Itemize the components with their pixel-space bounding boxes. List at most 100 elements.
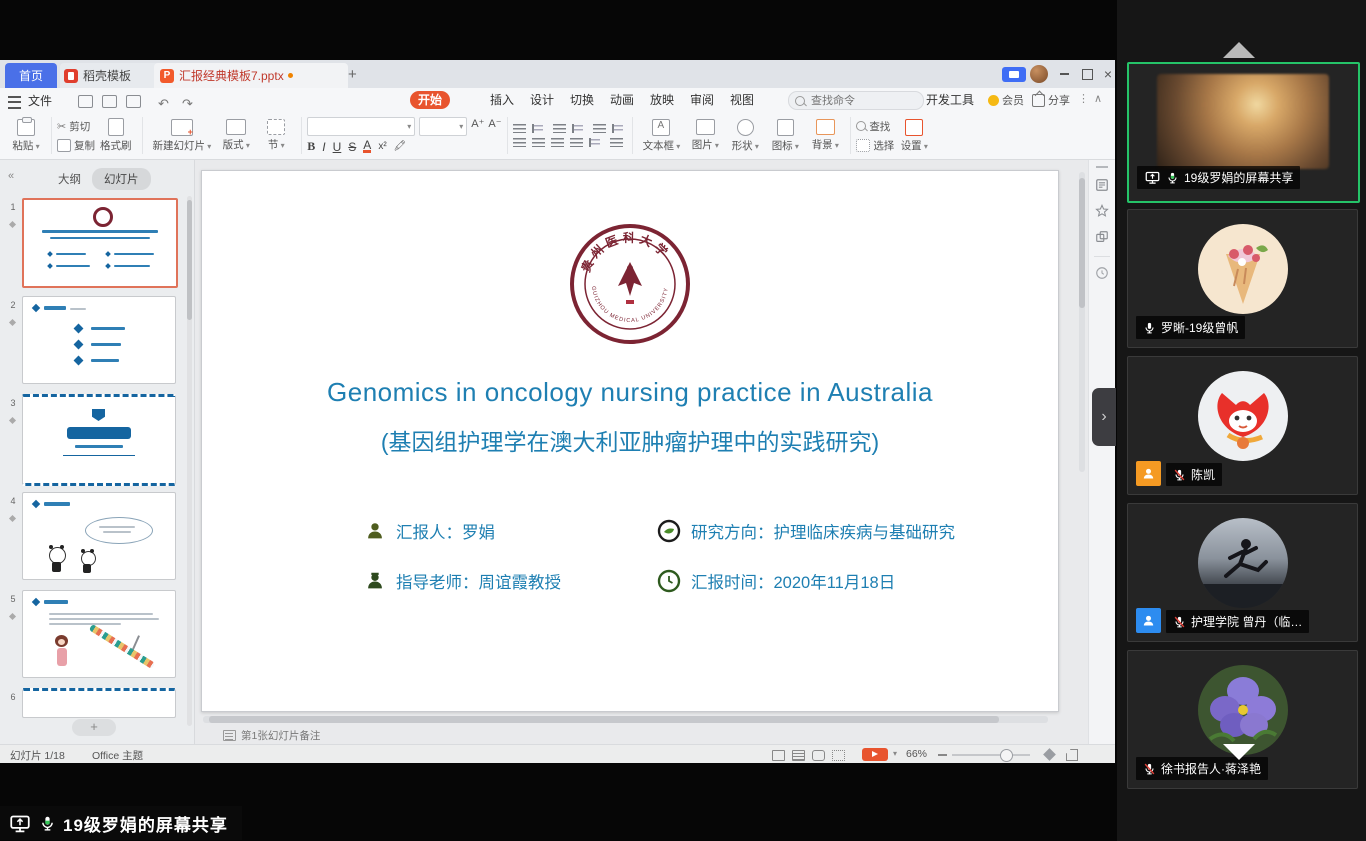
slide-sorter-icon[interactable] xyxy=(792,750,805,761)
zoom-out-button[interactable] xyxy=(938,754,947,756)
main-menu-icon[interactable] xyxy=(8,96,21,109)
export-icon[interactable] xyxy=(126,95,141,108)
align-right-icon[interactable] xyxy=(551,138,564,147)
ribbon-collapse-button[interactable]: ∧ xyxy=(1094,92,1102,105)
panel-collapse-icon[interactable]: « xyxy=(8,170,14,182)
ribbon-tab-view[interactable]: 视图 xyxy=(722,91,762,109)
ribbon-tab-home[interactable]: 开始 xyxy=(410,91,450,109)
numbering-icon[interactable] xyxy=(532,124,547,133)
ribbon-more-button[interactable]: ⋮ xyxy=(1078,92,1089,105)
tab-slides[interactable]: 幻灯片 xyxy=(92,168,151,190)
participant-tile[interactable]: 罗晰-19级曾帆 xyxy=(1127,209,1358,348)
paste-button[interactable]: 粘贴 ▾ xyxy=(6,112,46,159)
share-button[interactable]: 分享 xyxy=(1032,92,1070,108)
command-search-box[interactable] xyxy=(788,91,924,110)
slide-thumbnail-5[interactable] xyxy=(22,590,176,678)
format-painter-button[interactable]: 格式刷 xyxy=(95,112,137,159)
theme-name[interactable]: Office 主题 xyxy=(92,748,143,763)
background-button[interactable]: 背景 ▾ xyxy=(805,112,845,159)
slide-thumbnail-1[interactable] xyxy=(22,198,178,288)
section-button[interactable]: 节 ▾ xyxy=(256,112,296,159)
reading-view-icon[interactable] xyxy=(812,750,825,761)
add-slide-button[interactable]: + xyxy=(72,719,116,736)
slide-thumbnail-2[interactable] xyxy=(22,296,176,384)
meeting-panel-handle[interactable]: › xyxy=(1092,388,1116,446)
save-icon[interactable] xyxy=(78,95,93,108)
copy-button[interactable]: 复制 xyxy=(57,138,95,153)
participant-tile[interactable]: 陈凯 xyxy=(1127,356,1358,495)
shapes-button[interactable]: 形状 ▾ xyxy=(725,112,765,159)
ribbon-tab-review[interactable]: 审阅 xyxy=(682,91,722,109)
participant-tile[interactable]: 徐书报告人·蒋泽艳 xyxy=(1127,650,1358,789)
distribute-icon[interactable] xyxy=(589,138,604,147)
best-fit-icon[interactable] xyxy=(1043,748,1056,761)
undo-icon[interactable] xyxy=(158,95,170,105)
underline-button[interactable]: U xyxy=(333,140,342,154)
tab-outline[interactable]: 大纲 xyxy=(58,171,81,187)
bold-button[interactable]: B xyxy=(307,139,315,154)
vertical-scrollbar[interactable] xyxy=(1079,172,1085,472)
strikethrough-button[interactable]: S xyxy=(348,140,356,154)
tab-presentation-file[interactable]: P 汇报经典模板7.pptx xyxy=(154,63,348,88)
font-decrease-button[interactable]: A⁻ xyxy=(488,117,501,136)
participant-tile[interactable]: 19级罗娟的屏幕共享 xyxy=(1127,62,1360,203)
font-increase-button[interactable]: A⁺ xyxy=(471,117,484,136)
close-button[interactable]: × xyxy=(1100,66,1115,82)
image-button[interactable]: 图片 ▾ xyxy=(685,112,725,159)
minimize-button[interactable] xyxy=(1056,66,1072,82)
command-search-input[interactable] xyxy=(809,94,903,108)
object-layer-icon[interactable] xyxy=(1095,230,1109,244)
new-slide-button[interactable]: 新建幻灯片 ▾ xyxy=(148,112,217,159)
file-menu[interactable]: 文件 xyxy=(28,92,52,109)
align-justify-icon[interactable] xyxy=(570,138,583,147)
notes-bar[interactable]: 第1张幻灯片备注 xyxy=(195,726,1088,744)
text-direction-icon[interactable] xyxy=(610,138,623,147)
slide-thumbnail-3[interactable] xyxy=(22,394,176,486)
smart-beautify-icon[interactable] xyxy=(1095,204,1109,218)
zoom-percent[interactable]: 66% xyxy=(906,748,927,760)
ribbon-tab-slideshow[interactable]: 放映 xyxy=(642,91,682,109)
select-button[interactable]: 选择 xyxy=(856,138,894,153)
account-avatar[interactable] xyxy=(1030,65,1048,83)
align-left-icon[interactable] xyxy=(513,138,526,147)
ribbon-tab-insert[interactable]: 插入 xyxy=(482,91,522,109)
normal-view-icon[interactable] xyxy=(772,750,785,761)
play-options-caret[interactable]: ▾ xyxy=(893,749,897,758)
indent-decrease-icon[interactable] xyxy=(553,124,566,133)
properties-pane-icon[interactable] xyxy=(1095,178,1109,192)
font-size-select[interactable]: ▾ xyxy=(419,117,467,136)
font-color-button[interactable]: A xyxy=(363,140,371,153)
ribbon-tab-devtools[interactable]: 开发工具 xyxy=(918,91,982,109)
play-slideshow-button[interactable] xyxy=(862,748,888,761)
highlight-button[interactable]: 🖍 xyxy=(394,141,407,152)
tab-home[interactable]: 首页 xyxy=(5,63,57,88)
new-tab-button[interactable]: + xyxy=(348,66,357,83)
tab-docer[interactable]: 稻壳模板 xyxy=(60,63,160,88)
scroll-up-icon[interactable] xyxy=(1223,42,1255,58)
cut-button[interactable]: ✂剪切 xyxy=(57,119,95,134)
italic-button[interactable]: I xyxy=(322,140,325,154)
panel-scrollbar[interactable] xyxy=(187,196,192,726)
print-icon[interactable] xyxy=(102,95,117,108)
notes-view-icon[interactable] xyxy=(832,750,845,761)
fullscreen-icon[interactable] xyxy=(1066,749,1078,761)
zoom-slider-knob[interactable] xyxy=(1000,749,1013,762)
bullets-icon[interactable] xyxy=(513,124,526,133)
line-spacing-icon[interactable] xyxy=(593,124,606,133)
wps-sync-icon[interactable] xyxy=(1002,67,1026,82)
ribbon-tab-design[interactable]: 设计 xyxy=(522,91,562,109)
member-button[interactable]: 会员 xyxy=(988,92,1024,108)
layout-button[interactable]: 版式 ▾ xyxy=(216,112,256,159)
align-center-icon[interactable] xyxy=(532,138,545,147)
settings-button[interactable]: 设置 ▾ xyxy=(894,112,934,159)
timer-icon[interactable] xyxy=(1095,266,1109,280)
participant-tile[interactable]: 护理学院 曾丹（临… xyxy=(1127,503,1358,642)
ribbon-tab-transition[interactable]: 切换 xyxy=(562,91,602,109)
textbox-button[interactable]: A 文本框 ▾ xyxy=(638,112,686,159)
redo-icon[interactable] xyxy=(182,95,194,105)
slide-thumbnail-4[interactable] xyxy=(22,492,176,580)
font-family-select[interactable]: ▾ xyxy=(307,117,415,136)
find-button[interactable]: 查找 xyxy=(856,119,894,134)
horizontal-scrollbar[interactable] xyxy=(203,716,1048,723)
columns-icon[interactable] xyxy=(612,124,627,133)
